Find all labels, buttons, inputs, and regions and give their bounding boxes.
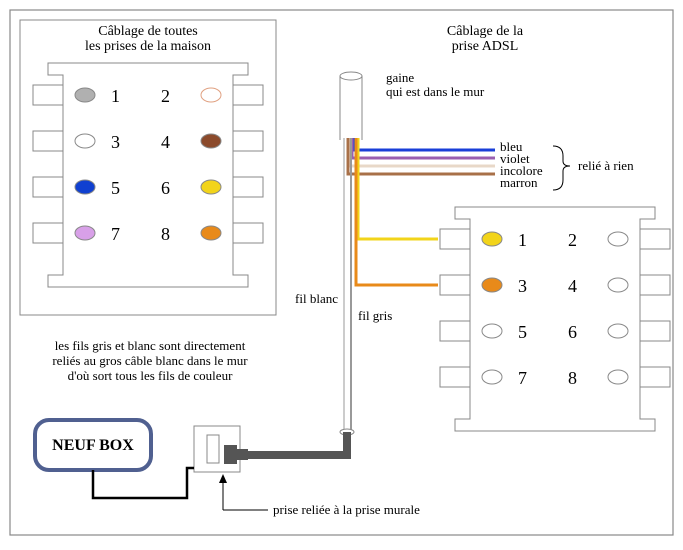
- rpin-7: 7: [482, 368, 527, 388]
- rpin-3: 3: [482, 276, 527, 296]
- svg-text:gaine: gaine: [386, 70, 414, 85]
- svg-text:7: 7: [518, 368, 527, 388]
- svg-text:fil gris: fil gris: [358, 308, 392, 323]
- rpin-2: 2: [568, 230, 628, 250]
- svg-text:8: 8: [568, 368, 577, 388]
- svg-text:4: 4: [161, 132, 170, 152]
- rpin-5: 5: [482, 322, 527, 342]
- svg-text:6: 6: [161, 178, 170, 198]
- right-title-1: Câblage de la: [447, 24, 524, 39]
- left-title-1: Câblage de toutes: [98, 24, 198, 39]
- svg-text:qui est dans le mur: qui est dans le mur: [386, 84, 485, 99]
- svg-text:5: 5: [111, 178, 120, 198]
- left-socket: 1 3 5 7 2 4 6 8: [33, 63, 263, 287]
- svg-text:7: 7: [111, 224, 120, 244]
- pin-3: 3: [75, 132, 120, 152]
- svg-text:6: 6: [568, 322, 577, 342]
- svg-text:les fils gris et blanc sont di: les fils gris et blanc sont directement: [55, 338, 246, 353]
- pin-1: 1: [75, 86, 120, 106]
- neuf-box: NEUF BOX: [35, 420, 151, 470]
- rpin-1: 1: [482, 230, 527, 250]
- left-panel: Câblage de toutes les prises de la maiso…: [20, 20, 276, 315]
- svg-text:1: 1: [111, 86, 120, 106]
- svg-text:3: 3: [111, 132, 120, 152]
- pin-4: 4: [161, 132, 221, 152]
- left-title-2: les prises de la maison: [85, 39, 211, 54]
- svg-text:fil blanc: fil blanc: [295, 291, 338, 306]
- dark-cable: [248, 432, 347, 455]
- wall-socket: [194, 426, 248, 472]
- pin-6: 6: [161, 178, 221, 198]
- svg-text:5: 5: [518, 322, 527, 342]
- svg-text:4: 4: [568, 276, 577, 296]
- arrow-label: prise reliée à la prise murale: [219, 474, 420, 517]
- pin-2: 2: [161, 86, 221, 106]
- svg-text:8: 8: [161, 224, 170, 244]
- wires-connected: [356, 138, 438, 285]
- svg-text:d'où sort tous les fils de cou: d'où sort tous les fils de couleur: [68, 368, 233, 383]
- sheath: gaine qui est dans le mur: [340, 70, 485, 140]
- svg-text:NEUF BOX: NEUF BOX: [52, 437, 134, 454]
- svg-text:1: 1: [518, 230, 527, 250]
- pin-8: 8: [161, 224, 221, 244]
- svg-text:reliés au gros câble blanc dan: reliés au gros câble blanc dans le mur: [52, 353, 248, 368]
- svg-text:2: 2: [161, 86, 170, 106]
- rpin-4: 4: [568, 276, 628, 296]
- right-title-2: prise ADSL: [452, 39, 519, 54]
- svg-text:3: 3: [518, 276, 527, 296]
- rpin-8: 8: [568, 368, 628, 388]
- svg-text:prise reliée à la prise murale: prise reliée à la prise murale: [273, 502, 420, 517]
- svg-text:marron: marron: [500, 175, 538, 190]
- right-socket: 1 3 5 7 2 4 6 8: [440, 207, 670, 431]
- svg-text:2: 2: [568, 230, 577, 250]
- pin-7: 7: [75, 224, 120, 244]
- note: les fils gris et blanc sont directement …: [52, 338, 248, 383]
- rpin-6: 6: [568, 322, 628, 342]
- svg-text:relié à rien: relié à rien: [578, 158, 634, 173]
- box-cable: [93, 468, 194, 498]
- wires-unused: bleu violet incolore marron relié à rien: [348, 138, 634, 190]
- pin-5: 5: [75, 178, 120, 198]
